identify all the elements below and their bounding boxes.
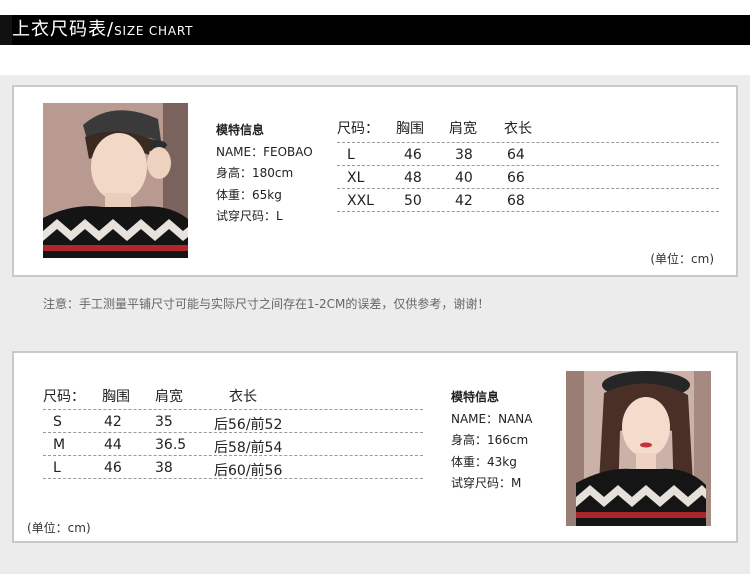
cell-length: 66 [507,170,525,186]
cell-chest: 46 [404,147,422,163]
model-info-heading: 模特信息 [216,123,265,137]
model-height: 身高：166cm [451,433,529,447]
cell-shoulder: 36.5 [155,437,187,453]
header-size: 尺码： [43,389,85,405]
cell-size: S [53,414,62,430]
header-shoulder: 肩宽 [449,121,477,137]
header-length: 衣长 [504,121,532,137]
model-weight: 体重：43kg [451,454,517,469]
female-model-info: 模特信息 NAME：NANA 身高：166cm 体重：43kg 试穿尺码：M [451,387,533,495]
cell-chest: 48 [404,170,422,186]
table-row: XXL 50 42 68 [337,189,719,212]
cell-chest: 50 [404,193,422,209]
female-size-table: 尺码： 胸围 肩宽 衣长 S 42 35 后56/前52 M 44 36.5 后… [43,386,423,479]
title-english: SIZE CHART [114,24,194,38]
male-model-info: 模特信息 NAME：FEOBAO 身高：180cm 体重：65kg 试穿尺码：L [216,120,313,228]
header-chest: 胸围 [102,389,130,405]
cell-size: XXL [347,193,374,209]
model-name: NAME：NANA [451,411,533,426]
table-header-row: 尺码： 胸围 肩宽 衣长 [43,386,423,410]
male-model-photo [43,103,188,258]
table-row: M 44 36.5 后58/前54 [43,433,423,456]
measurement-note: 注意：手工测量平铺尺寸可能与实际尺寸之间存在1-2CM的误差，仅供参考，谢谢！ [43,297,490,311]
table-row: S 42 35 后56/前52 [43,410,423,433]
title-chinese: 上衣尺码表/ [12,19,115,40]
model-tried-size: 试穿尺码：M [451,476,522,490]
model-height: 身高：180cm [216,166,294,180]
header-shoulder: 肩宽 [155,389,183,405]
cell-length: 后60/前56 [214,463,283,479]
cell-chest: 44 [104,437,122,453]
male-size-table: 尺码： 胸围 肩宽 衣长 L 46 38 64 XL 48 40 66 XXL … [337,118,719,212]
model-tried-size: 试穿尺码：L [216,209,283,223]
cell-length: 后58/前54 [214,440,283,456]
cell-size: L [347,147,355,163]
header-length: 衣长 [229,389,257,405]
male-size-card: 模特信息 NAME：FEOBAO 身高：180cm 体重：65kg 试穿尺码：L… [12,85,738,277]
cell-chest: 46 [104,460,122,476]
table-row: L 46 38 后60/前56 [43,456,423,479]
table-header-row: 尺码： 胸围 肩宽 衣长 [337,118,719,143]
cell-chest: 42 [104,414,122,430]
cell-shoulder: 40 [455,170,473,186]
cell-size: L [53,460,61,476]
unit-label: (单位：cm) [27,521,91,535]
cell-length: 64 [507,147,525,163]
model-weight: 体重：65kg [216,187,282,202]
table-row: L 46 38 64 [337,143,719,166]
cell-shoulder: 38 [455,147,473,163]
header-size: 尺码： [337,121,379,137]
page-title: 上衣尺码表/SIZE CHART [12,15,193,45]
cell-shoulder: 38 [155,460,173,476]
cell-shoulder: 42 [455,193,473,209]
cell-size: M [53,437,66,453]
cell-size: XL [347,170,365,186]
cell-shoulder: 35 [155,414,173,430]
model-info-heading: 模特信息 [451,390,500,404]
unit-label: (单位：cm) [650,252,714,266]
cell-length: 后56/前52 [214,417,283,433]
cell-length: 68 [507,193,525,209]
female-size-card: 尺码： 胸围 肩宽 衣长 S 42 35 后56/前52 M 44 36.5 后… [12,351,738,543]
table-row: XL 48 40 66 [337,166,719,189]
female-model-photo [566,371,711,526]
model-name: NAME：FEOBAO [216,144,313,159]
header-chest: 胸围 [396,121,424,137]
